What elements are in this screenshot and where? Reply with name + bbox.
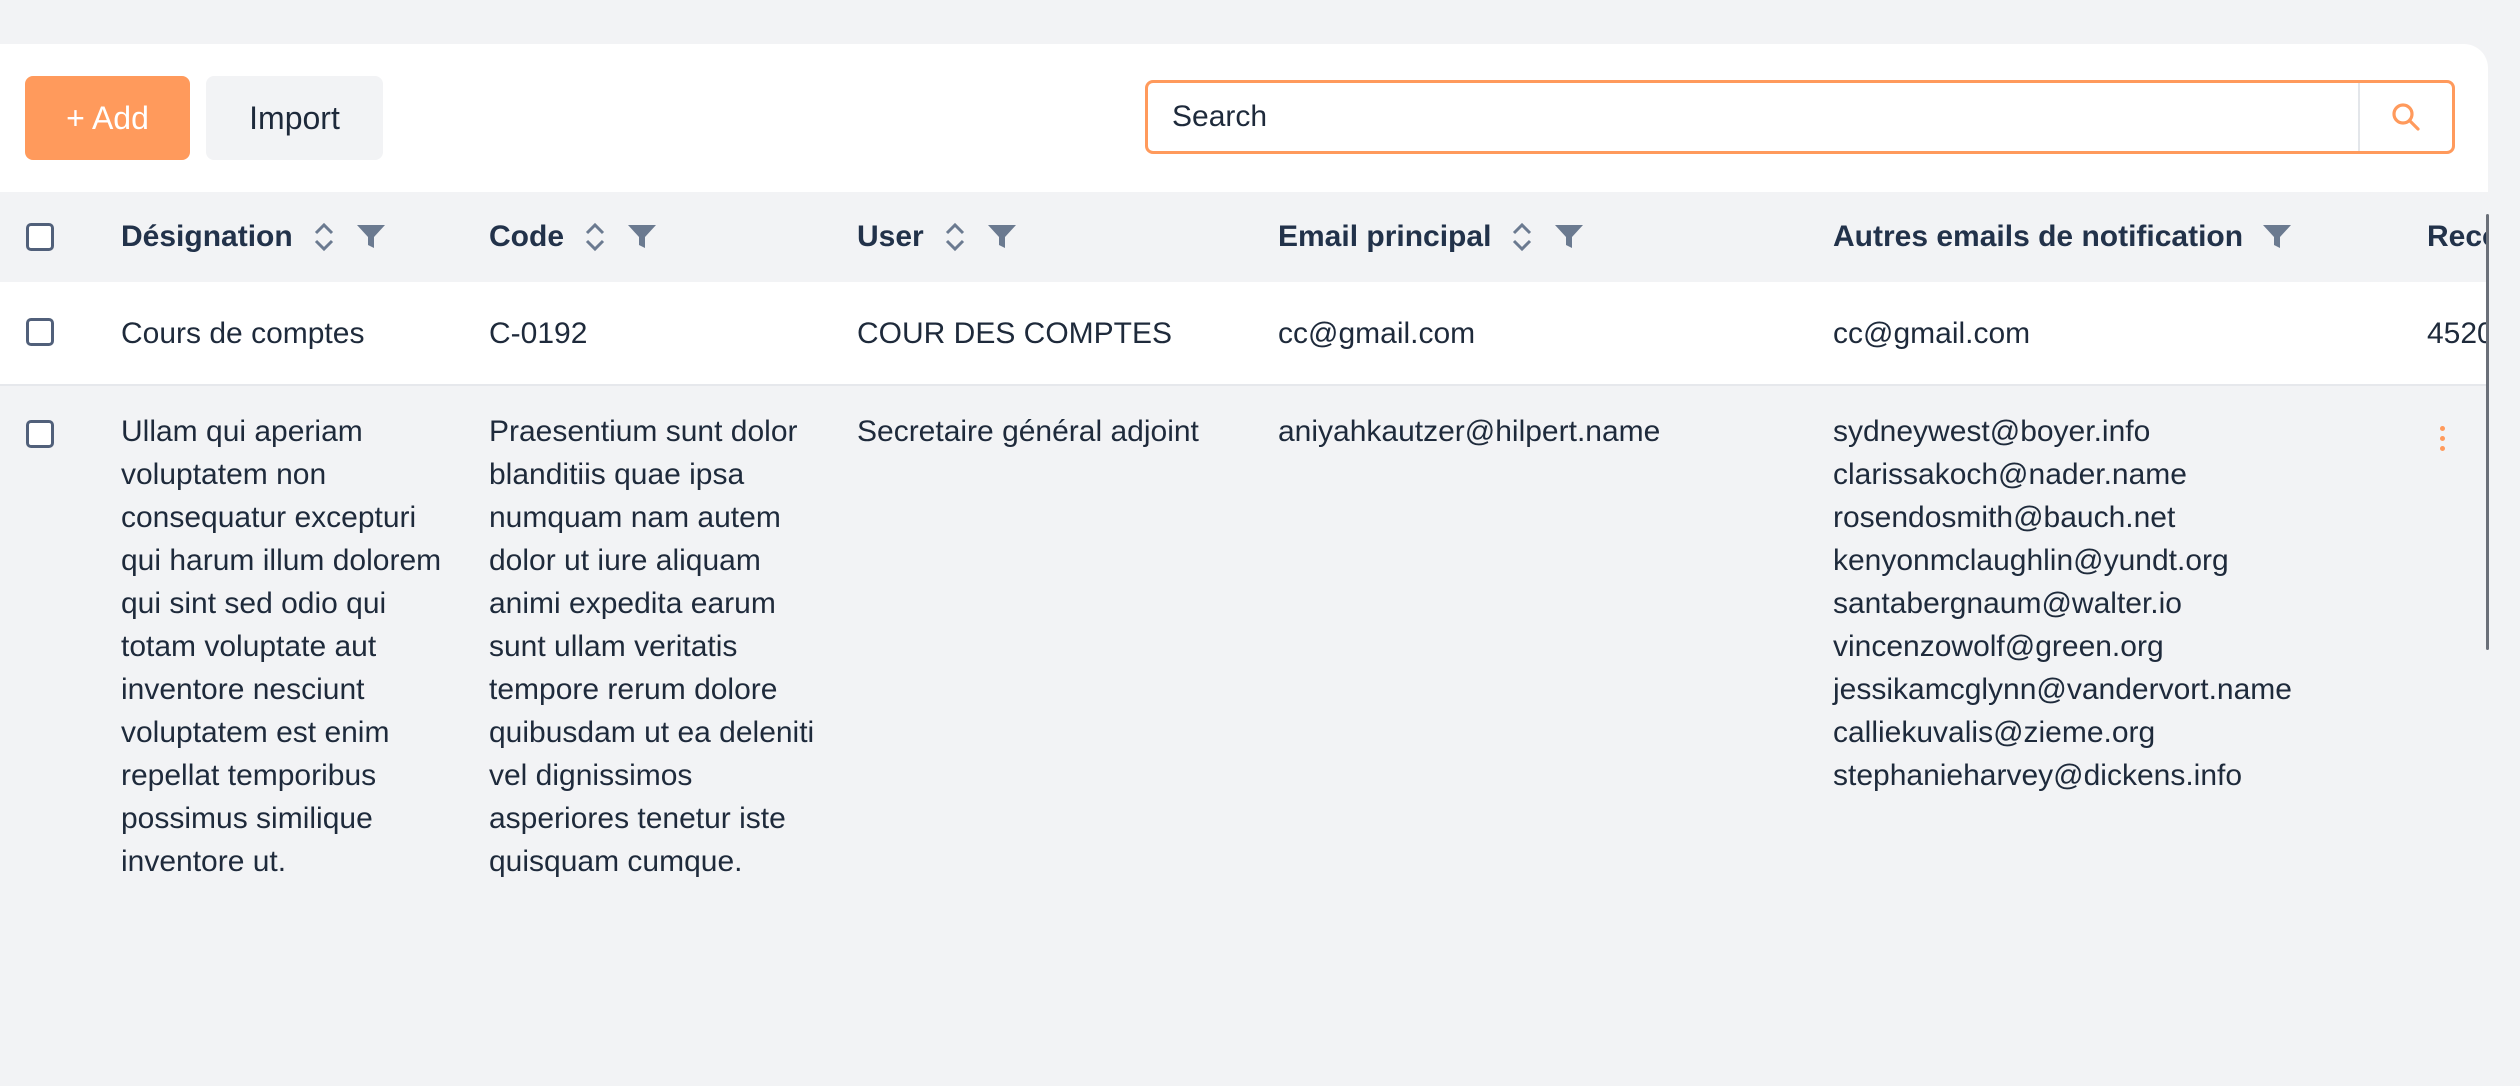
sort-icon[interactable] bbox=[311, 219, 337, 255]
column-label: User bbox=[857, 220, 924, 253]
select-all-checkbox[interactable] bbox=[26, 223, 54, 251]
cell-other-emails: cc@gmail.com bbox=[1833, 312, 2030, 355]
cell-code: C-0192 bbox=[489, 317, 588, 350]
column-label: Autres emails de notification bbox=[1833, 220, 2244, 253]
row-checkbox[interactable] bbox=[26, 318, 54, 346]
cell-designation: Cours de comptes bbox=[121, 317, 365, 350]
cell-reco: 4520 bbox=[2427, 317, 2488, 350]
email-item: kenyonmclaughlin@yundt.org bbox=[1833, 544, 2229, 577]
row-checkbox[interactable] bbox=[26, 420, 54, 448]
search-box bbox=[1145, 80, 2455, 154]
search-button[interactable] bbox=[2358, 83, 2452, 151]
email-item: santabergnaum@walter.io bbox=[1833, 587, 2182, 620]
filter-icon[interactable] bbox=[626, 222, 658, 252]
email-item: vincenzowolf@green.org bbox=[1833, 630, 2164, 663]
sort-icon[interactable] bbox=[1509, 219, 1535, 255]
search-input[interactable] bbox=[1148, 83, 2358, 151]
page-scrollbar[interactable] bbox=[2488, 44, 2520, 1064]
email-item: clarissakoch@nader.name bbox=[1833, 458, 2187, 491]
sort-icon[interactable] bbox=[942, 219, 968, 255]
cell-user: Secretaire général adjoint bbox=[857, 415, 1199, 448]
column-header-other-emails: Autres emails de notification bbox=[1833, 192, 2293, 282]
email-item: cc@gmail.com bbox=[1833, 317, 2031, 350]
table-row[interactable]: Cours de comptes C-0192 COUR DES COMPTES… bbox=[0, 282, 2488, 386]
cell-user: COUR DES COMPTES bbox=[857, 317, 1173, 350]
email-item: rosendosmith@bauch.net bbox=[1833, 501, 2176, 534]
email-item: stephanieharvey@dickens.info bbox=[1833, 759, 2243, 792]
column-label: Email principal bbox=[1278, 220, 1492, 253]
column-label: Reco bbox=[2427, 220, 2488, 253]
cell-designation: Ullam qui aperiam voluptatem non consequ… bbox=[121, 415, 442, 878]
filter-icon[interactable] bbox=[355, 222, 387, 252]
email-item: sydneywest@boyer.info bbox=[1833, 415, 2151, 448]
column-header-reco: Reco bbox=[2427, 192, 2488, 282]
row-actions-menu-icon[interactable] bbox=[2436, 426, 2448, 451]
search-icon bbox=[2392, 103, 2420, 131]
add-button[interactable]: + Add bbox=[25, 76, 190, 160]
filter-icon[interactable] bbox=[986, 222, 1018, 252]
email-item: jessikamcglynn@vandervort.name bbox=[1833, 673, 2292, 706]
column-header-email-principal: Email principal bbox=[1278, 192, 1585, 282]
table-header: Désignation Code User Email principal Au… bbox=[0, 192, 2488, 282]
column-header-user: User bbox=[857, 192, 1018, 282]
email-item: calliekuvalis@zieme.org bbox=[1833, 716, 2156, 749]
table-row[interactable]: Ullam qui aperiam voluptatem non consequ… bbox=[0, 386, 2488, 1064]
import-button[interactable]: Import bbox=[206, 76, 383, 160]
sort-icon[interactable] bbox=[582, 219, 608, 255]
cell-email: aniyahkautzer@hilpert.name bbox=[1278, 415, 1661, 448]
toolbar: + Add Import bbox=[0, 44, 2488, 192]
filter-icon[interactable] bbox=[2261, 222, 2293, 252]
column-header-designation: Désignation bbox=[121, 192, 387, 282]
column-label: Code bbox=[489, 220, 564, 253]
main-card: + Add Import Désignation Code bbox=[0, 44, 2488, 1064]
cell-code: Praesentium sunt dolor blanditiis quae i… bbox=[489, 415, 815, 878]
cell-email: cc@gmail.com bbox=[1278, 317, 1476, 350]
filter-icon[interactable] bbox=[1553, 222, 1585, 252]
column-header-code: Code bbox=[489, 192, 658, 282]
cell-other-emails: sydneywest@boyer.info clarissakoch@nader… bbox=[1833, 410, 2292, 797]
column-label: Désignation bbox=[121, 220, 293, 253]
table-scroll-thumb[interactable] bbox=[2486, 214, 2489, 650]
